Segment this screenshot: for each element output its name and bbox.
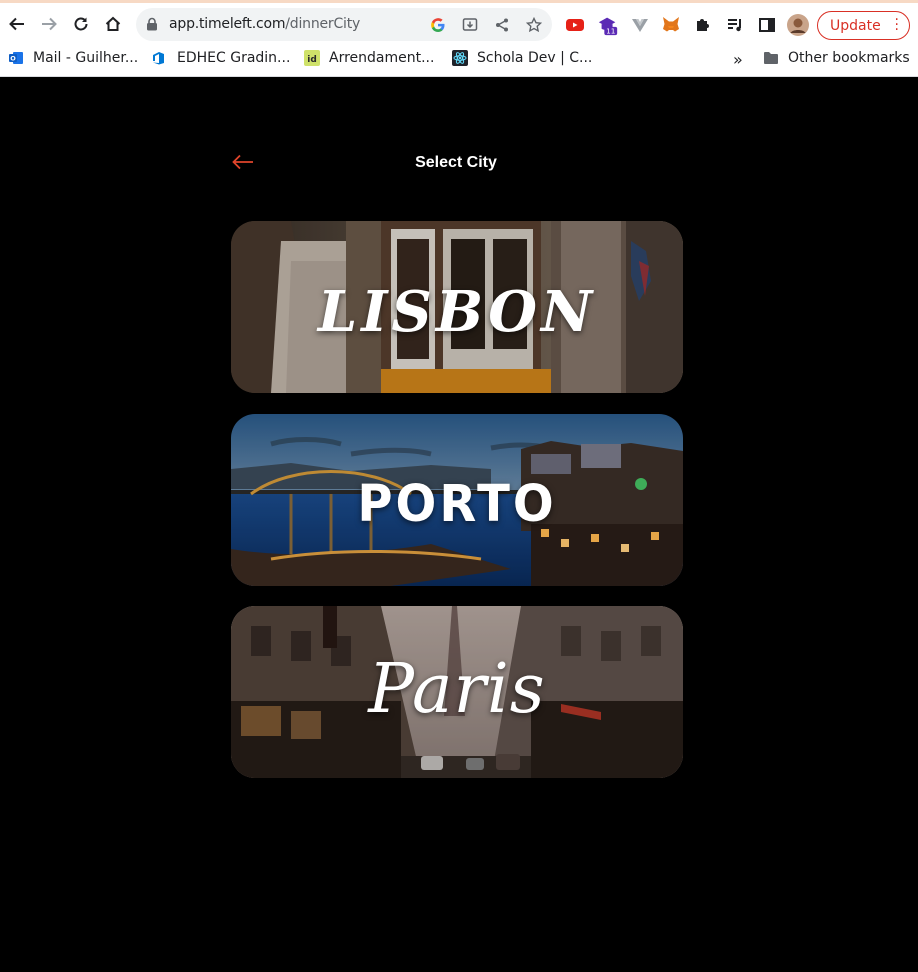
- install-app-icon[interactable]: [461, 16, 479, 34]
- address-bar[interactable]: app.timeleft.com/dinnerCity: [136, 8, 552, 41]
- school-ext-icon[interactable]: 11: [597, 14, 619, 36]
- svg-text:O: O: [10, 55, 16, 63]
- share-icon[interactable]: [493, 16, 511, 34]
- forward-icon[interactable]: [36, 11, 62, 37]
- update-button[interactable]: Update · · ·: [817, 11, 910, 40]
- bookmark-schola-dev[interactable]: Schola Dev | C...: [452, 50, 592, 66]
- idealista-icon: id: [304, 50, 320, 66]
- bookmark-star-icon[interactable]: [525, 16, 543, 34]
- home-icon[interactable]: [100, 11, 126, 37]
- bookmarks-overflow-chevron[interactable]: »: [733, 50, 743, 69]
- other-bookmarks-label: Other bookmarks: [788, 50, 910, 66]
- folder-icon: [763, 50, 779, 66]
- city-card-lisbon[interactable]: LISBON: [231, 221, 683, 393]
- bookmark-edhec-grading[interactable]: EDHEC Gradin...: [152, 50, 290, 66]
- vue-devtools-icon[interactable]: [629, 14, 651, 36]
- city-card-porto[interactable]: PORTO: [231, 414, 683, 586]
- city-name-lisbon: LISBON: [317, 279, 597, 345]
- city-name-paris: Paris: [368, 650, 546, 729]
- side-panel-icon[interactable]: [756, 14, 778, 36]
- city-name-porto: PORTO: [357, 474, 557, 534]
- bookmark-label: Schola Dev | C...: [477, 50, 593, 66]
- browser-toolbar: app.timeleft.com/dinnerCity 11 Update · …: [0, 0, 918, 44]
- update-label: Update: [830, 17, 881, 34]
- bookmark-label: EDHEC Gradin...: [177, 50, 291, 66]
- svg-text:id: id: [307, 55, 317, 65]
- more-vert-icon: · · ·: [894, 12, 899, 38]
- google-icon[interactable]: [429, 16, 447, 34]
- back-icon[interactable]: [4, 11, 30, 37]
- city-card-paris[interactable]: Paris: [231, 606, 683, 778]
- page-title: Select City: [415, 154, 497, 171]
- url-text: app.timeleft.com/dinnerCity: [169, 16, 361, 32]
- outlook-icon: O: [8, 50, 24, 66]
- reload-icon[interactable]: [68, 11, 94, 37]
- lock-icon: [146, 17, 158, 36]
- react-icon: [452, 50, 468, 66]
- azure-devops-icon: [152, 50, 168, 66]
- bookmark-label: Mail - Guilher...: [33, 50, 139, 66]
- extensions-puzzle-icon[interactable]: [692, 14, 714, 36]
- bookmarks-bar: O Mail - Guilher... EDHEC Gradin... id A…: [0, 44, 918, 77]
- youtube-ext-icon[interactable]: [564, 14, 586, 36]
- media-control-icon[interactable]: [724, 14, 746, 36]
- other-bookmarks-folder[interactable]: Other bookmarks: [763, 50, 910, 66]
- ext-badge: 11: [606, 27, 615, 36]
- bookmark-label: Arrendament...: [329, 50, 435, 66]
- bookmark-outlook-mail[interactable]: O Mail - Guilher...: [8, 50, 138, 66]
- bookmark-arrendamento[interactable]: id Arrendament...: [304, 50, 434, 66]
- metamask-icon[interactable]: [660, 14, 682, 36]
- profile-avatar[interactable]: [787, 14, 809, 36]
- page-content: Select City LISBON PORTO Paris: [0, 77, 918, 972]
